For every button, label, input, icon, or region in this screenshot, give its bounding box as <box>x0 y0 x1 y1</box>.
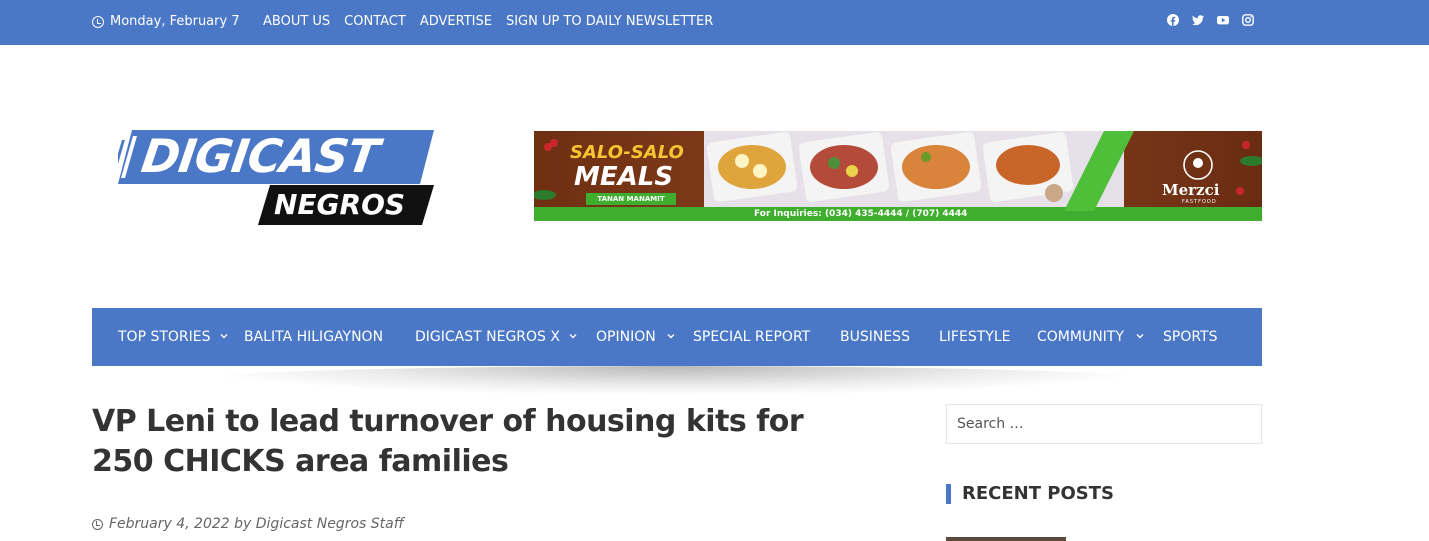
ad-brand-sub: FASTFOOD <box>1182 199 1217 205</box>
ad-headline-2: MEALS <box>574 162 674 192</box>
recent-posts-heading: RECENT POSTS <box>946 484 1114 504</box>
nav-item-lifestyle[interactable]: LIFESTYLE <box>939 329 1010 346</box>
heading-accent-bar <box>946 484 951 504</box>
chevron-down-icon[interactable] <box>1135 331 1145 341</box>
chevron-down-icon[interactable] <box>666 331 676 341</box>
facebook-icon[interactable] <box>1167 14 1179 26</box>
nav-item-opinion[interactable]: OPINION <box>596 329 656 346</box>
ad-headline-1: SALO-SALO <box>570 142 684 163</box>
main-navigation: TOP STORIES BALITA HILIGAYNON DIGICAST N… <box>92 308 1262 366</box>
clock-icon <box>92 15 104 28</box>
top-bar: Monday, February 7 ABOUT US CONTACT ADVE… <box>0 0 1429 45</box>
article-meta-text: February 4, 2022 by Digicast Negros Staf… <box>109 516 404 532</box>
ad-inquiries: For Inquiries: (034) 435-4444 / (707) 44… <box>754 209 968 219</box>
clock-icon <box>92 518 103 530</box>
nav-shadow <box>180 366 1170 396</box>
youtube-icon[interactable] <box>1217 14 1229 26</box>
article-meta: February 4, 2022 by Digicast Negros Staf… <box>92 516 404 532</box>
recent-post-thumbnail[interactable] <box>946 537 1066 541</box>
instagram-icon[interactable] <box>1242 14 1254 26</box>
nav-item-balita-hiligaynon[interactable]: BALITA HILIGAYNON <box>244 329 383 346</box>
current-date: Monday, February 7 <box>92 14 240 29</box>
site-logo[interactable]: DIGICAST NEGROS <box>118 128 434 228</box>
ad-tagline: TANAN MANAMIT <box>586 193 676 205</box>
nav-item-business[interactable]: BUSINESS <box>840 329 910 346</box>
nav-item-digicast-negros-x[interactable]: DIGICAST NEGROS X <box>415 329 560 346</box>
chevron-down-icon[interactable] <box>568 331 578 341</box>
logo-word-digicast: DIGICAST <box>138 129 382 183</box>
nav-item-community[interactable]: COMMUNITY <box>1037 329 1124 346</box>
top-link-about-us[interactable]: ABOUT US <box>263 14 330 29</box>
twitter-icon[interactable] <box>1192 14 1204 26</box>
nav-item-sports[interactable]: SPORTS <box>1163 329 1218 346</box>
nav-item-top-stories[interactable]: TOP STORIES <box>118 329 211 346</box>
top-link-newsletter[interactable]: SIGN UP TO DAILY NEWSLETTER <box>506 14 713 29</box>
article-title[interactable]: VP Leni to lead turnover of housing kits… <box>92 402 852 482</box>
logo-word-negros-wrap: NEGROS <box>258 185 434 225</box>
ad-brand: Merzci <box>1162 181 1220 199</box>
top-link-contact[interactable]: CONTACT <box>344 14 406 29</box>
social-links <box>1167 14 1254 26</box>
ad-banner[interactable]: SALO-SALO MEALS TANAN MANAMIT For Inquir… <box>534 131 1262 221</box>
current-date-text: Monday, February 7 <box>110 14 240 29</box>
chevron-down-icon[interactable] <box>219 331 229 341</box>
nav-item-special-report[interactable]: SPECIAL REPORT <box>693 329 810 346</box>
top-links: ABOUT US CONTACT ADVERTISE SIGN UP TO DA… <box>263 14 727 29</box>
logo-word-negros: NEGROS <box>274 188 406 221</box>
top-link-advertise[interactable]: ADVERTISE <box>420 14 492 29</box>
recent-posts-title: RECENT POSTS <box>962 483 1114 504</box>
search-input[interactable] <box>946 404 1262 444</box>
